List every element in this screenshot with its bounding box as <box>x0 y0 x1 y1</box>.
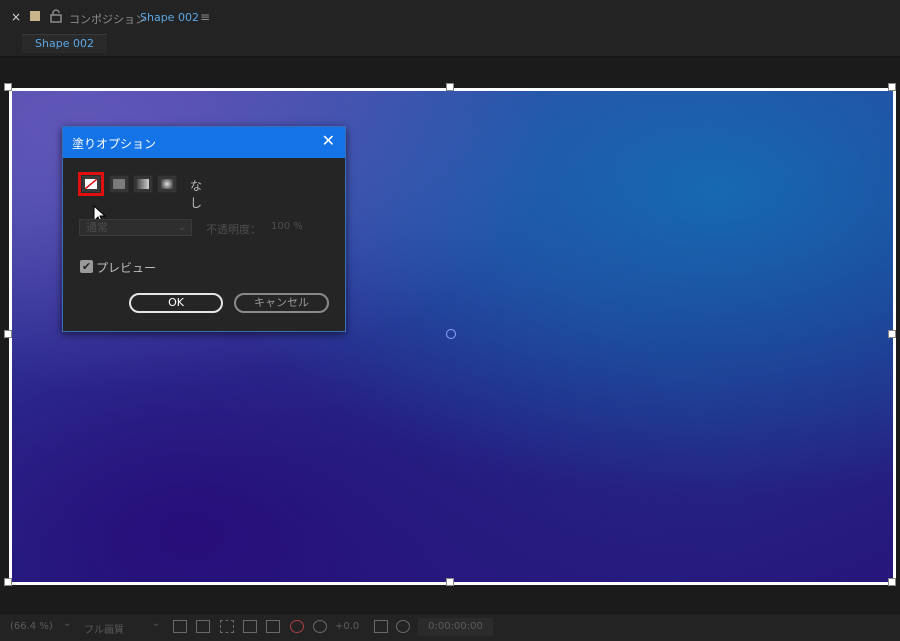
exposure-reset-icon[interactable] <box>313 620 327 633</box>
grid-guides-icon[interactable] <box>266 620 280 633</box>
panel-menu-icon[interactable]: ≡ <box>200 10 210 24</box>
channel-icon[interactable] <box>290 620 304 633</box>
transform-handle-ml[interactable] <box>4 330 12 338</box>
dialog-titlebar[interactable]: 塗りオプション ✕ <box>63 127 345 158</box>
zoom-chevron-icon[interactable]: ⌄ <box>63 618 71 629</box>
fast-preview-icon[interactable] <box>173 620 187 633</box>
fill-none-button[interactable] <box>78 172 104 196</box>
region-of-interest-icon[interactable] <box>220 620 234 633</box>
resolution-chevron-icon[interactable]: ⌄ <box>152 618 160 629</box>
none-icon <box>85 179 97 189</box>
viewer-toolbar: (66.4 %) ⌄ フル画質 ⌄ +0.0 0:00:00:00 <box>0 613 900 641</box>
fill-type-label: なし <box>190 179 203 210</box>
transform-handle-bc[interactable] <box>446 578 454 586</box>
transform-handle-tr[interactable] <box>888 83 896 91</box>
opacity-label: 不透明度： <box>206 223 261 236</box>
comp-panel-header: × コンポジション Shape 002 ≡ Shape 002 <box>0 0 900 57</box>
fill-options-dialog: 塗りオプション ✕ なし 通常 ⌄ 不透明度： 100 % ✔ プレビュー OK… <box>62 126 346 332</box>
anchor-point-icon[interactable] <box>446 329 456 339</box>
close-panel-button[interactable]: × <box>11 10 21 24</box>
blend-mode-select[interactable]: 通常 ⌄ <box>79 219 192 236</box>
transform-handle-bl[interactable] <box>4 578 12 586</box>
solid-icon <box>113 179 125 189</box>
tab-shape-002[interactable]: Shape 002 <box>22 34 107 53</box>
blend-mode-value: 通常 <box>86 221 108 234</box>
camera-snapshot-icon[interactable] <box>374 620 388 633</box>
linear-gradient-icon <box>137 179 149 189</box>
opacity-value[interactable]: 100 % <box>271 221 303 232</box>
label-color-swatch[interactable] <box>30 11 40 21</box>
cancel-button[interactable]: キャンセル <box>234 293 329 313</box>
timecode-display[interactable]: 0:00:00:00 <box>418 618 493 636</box>
comp-panel-label: コンポジション <box>69 13 146 26</box>
resolution-select[interactable]: フル画質 <box>84 621 124 636</box>
mask-visibility-icon[interactable] <box>243 620 257 633</box>
lock-icon[interactable] <box>50 9 62 23</box>
preview-checkbox[interactable]: ✔ <box>80 260 93 273</box>
transform-handle-tl[interactable] <box>4 83 12 91</box>
fill-linear-gradient-button[interactable] <box>133 175 153 193</box>
ok-button[interactable]: OK <box>129 293 223 313</box>
exposure-value[interactable]: +0.0 <box>335 621 359 632</box>
fill-radial-gradient-button[interactable] <box>157 175 177 193</box>
show-snapshot-icon[interactable] <box>396 620 410 633</box>
transform-handle-mr[interactable] <box>888 330 896 338</box>
transform-handle-tc[interactable] <box>446 83 454 91</box>
comp-name: Shape 002 <box>140 11 199 24</box>
fill-solid-button[interactable] <box>109 175 129 193</box>
zoom-level[interactable]: (66.4 %) <box>10 621 53 632</box>
transparency-grid-icon[interactable] <box>196 620 210 633</box>
dialog-close-button[interactable]: ✕ <box>322 133 335 149</box>
dialog-title: 塗りオプション <box>72 137 157 151</box>
chevron-down-icon: ⌄ <box>177 222 186 233</box>
radial-gradient-icon <box>161 179 173 189</box>
transform-handle-br[interactable] <box>888 578 896 586</box>
preview-label: プレビュー <box>96 261 157 275</box>
